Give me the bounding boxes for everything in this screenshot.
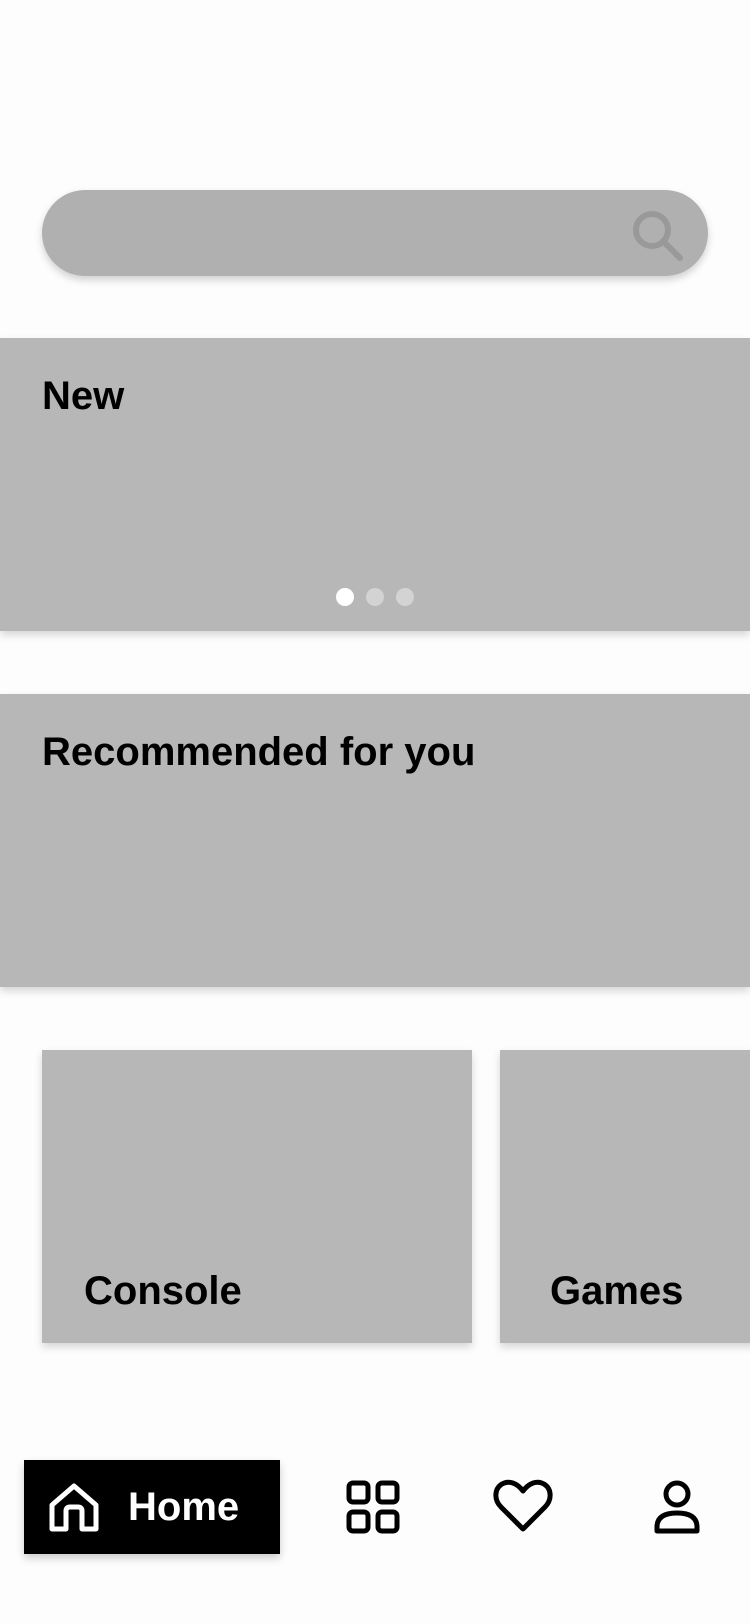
category-card-label: Console (84, 1269, 242, 1313)
home-icon (49, 1483, 99, 1532)
new-banner-title: New (42, 374, 125, 418)
nav-home-button[interactable]: Home (24, 1460, 280, 1554)
bottom-nav: Home (0, 1440, 750, 1570)
category-card-console[interactable]: Console (42, 1050, 472, 1343)
home-screen: New Recommended for you Console Games Ho… (0, 0, 750, 1624)
heart-icon[interactable] (491, 1475, 555, 1539)
nav-home-label: Home (128, 1484, 240, 1529)
category-card-label: Games (550, 1269, 684, 1313)
profile-icon[interactable] (645, 1475, 709, 1539)
carousel-dot-1[interactable] (336, 588, 354, 606)
new-banner[interactable]: New (0, 338, 750, 631)
search-input[interactable] (42, 190, 708, 276)
category-card-games[interactable]: Games (500, 1050, 750, 1343)
carousel-dot-3[interactable] (396, 588, 414, 606)
carousel-indicator (0, 588, 750, 606)
recommended-banner[interactable]: Recommended for you (0, 694, 750, 987)
grid-icon[interactable] (341, 1475, 405, 1539)
search-icon[interactable] (630, 208, 684, 262)
carousel-dot-2[interactable] (366, 588, 384, 606)
recommended-banner-title: Recommended for you (42, 730, 476, 774)
